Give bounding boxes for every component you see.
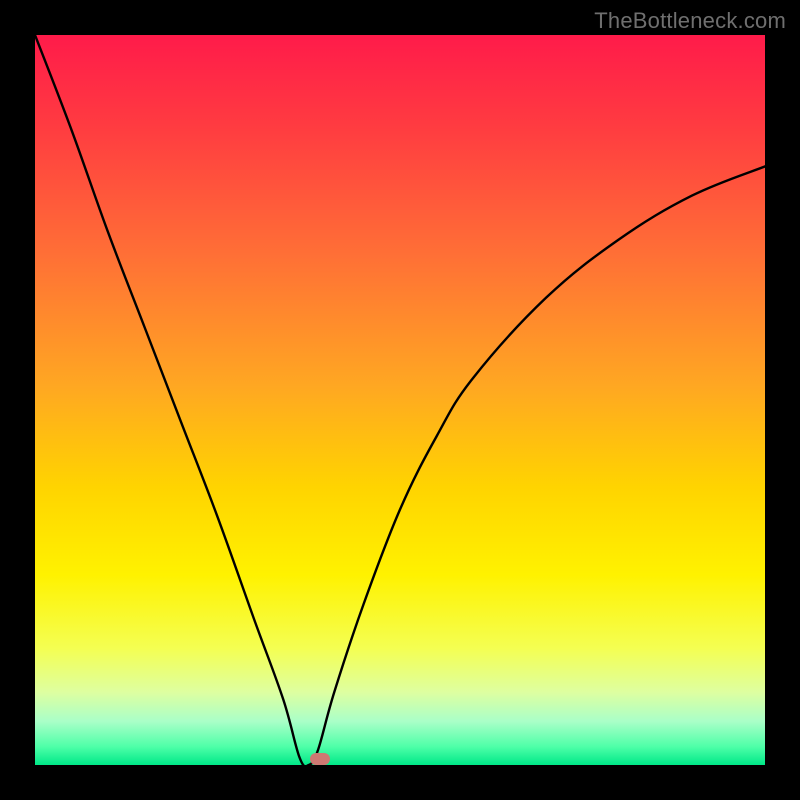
bottleneck-marker <box>310 753 330 765</box>
watermark-text: TheBottleneck.com <box>594 8 786 34</box>
plot-area <box>35 35 765 765</box>
bottleneck-curve <box>35 35 765 765</box>
chart-frame: TheBottleneck.com <box>0 0 800 800</box>
